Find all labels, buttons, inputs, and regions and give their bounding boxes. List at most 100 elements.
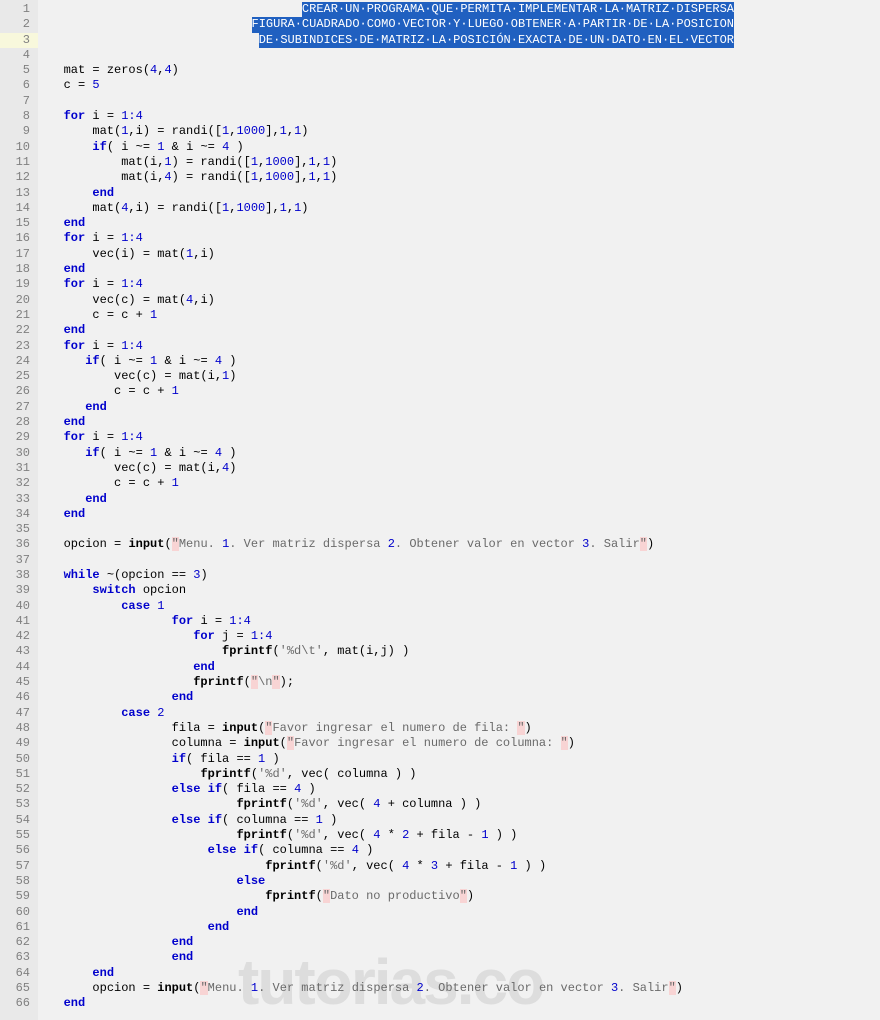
code-line: end bbox=[42, 996, 880, 1011]
code-line: fprintf("\n"); bbox=[42, 675, 880, 690]
code-line: end bbox=[42, 935, 880, 950]
line-number: 20 bbox=[0, 293, 38, 308]
code-line: else if( columna == 4 ) bbox=[42, 843, 880, 858]
code-line: end bbox=[42, 415, 880, 430]
code-line: end bbox=[42, 966, 880, 981]
code-line: opcion = input("Menu. 1. Ver matriz disp… bbox=[42, 537, 880, 552]
line-number: 32 bbox=[0, 476, 38, 491]
line-number: 13 bbox=[0, 186, 38, 201]
line-number: 56 bbox=[0, 843, 38, 858]
code-line: else if( columna == 1 ) bbox=[42, 813, 880, 828]
code-line: if( i ~= 1 & i ~= 4 ) bbox=[42, 140, 880, 155]
line-number: 60 bbox=[0, 905, 38, 920]
line-number: 33 bbox=[0, 492, 38, 507]
code-line: if( i ~= 1 & i ~= 4 ) bbox=[42, 446, 880, 461]
line-number: 29 bbox=[0, 430, 38, 445]
code-line: c = c + 1 bbox=[42, 384, 880, 399]
code-line: end bbox=[42, 323, 880, 338]
line-number: 6 bbox=[0, 78, 38, 93]
code-line bbox=[42, 553, 880, 568]
code-line: fprintf('%d\t', mat(i,j) ) bbox=[42, 644, 880, 659]
code-line: vec(c) = mat(i,4) bbox=[42, 461, 880, 476]
code-line: end bbox=[42, 216, 880, 231]
line-number: 37 bbox=[0, 553, 38, 568]
line-number: 18 bbox=[0, 262, 38, 277]
code-line: vec(c) = mat(i,1) bbox=[42, 369, 880, 384]
line-number: 4 bbox=[0, 48, 38, 63]
line-number: 16 bbox=[0, 231, 38, 246]
code-line: end bbox=[42, 507, 880, 522]
line-number: 12 bbox=[0, 170, 38, 185]
code-line: end bbox=[42, 262, 880, 277]
line-number: 41 bbox=[0, 614, 38, 629]
selected-text: FIGURA·CUADRADO·COMO·VECTOR·Y·LUEGO·OBTE… bbox=[252, 17, 734, 32]
line-number: 42 bbox=[0, 629, 38, 644]
line-number: 31 bbox=[0, 461, 38, 476]
line-number: 64 bbox=[0, 966, 38, 981]
code-line: for i = 1:4 bbox=[42, 109, 880, 124]
code-line bbox=[42, 94, 880, 109]
line-number: 54 bbox=[0, 813, 38, 828]
line-number: 36 bbox=[0, 537, 38, 552]
code-line: end bbox=[42, 400, 880, 415]
code-line: case 1 bbox=[42, 599, 880, 614]
code-line: fprintf("Dato no productivo") bbox=[42, 889, 880, 904]
code-line: fprintf('%d', vec( 4 * 3 + fila - 1 ) ) bbox=[42, 859, 880, 874]
code-line: c = c + 1 bbox=[42, 476, 880, 491]
line-number: 8 bbox=[0, 109, 38, 124]
code-line: for j = 1:4 bbox=[42, 629, 880, 644]
line-number: 22 bbox=[0, 323, 38, 338]
code-line: end bbox=[42, 492, 880, 507]
line-number: 57 bbox=[0, 859, 38, 874]
line-number: 25 bbox=[0, 369, 38, 384]
code-line: for i = 1:4 bbox=[42, 614, 880, 629]
code-line: if( fila == 1 ) bbox=[42, 752, 880, 767]
line-number: 39 bbox=[0, 583, 38, 598]
code-line: else bbox=[42, 874, 880, 889]
line-number: 11 bbox=[0, 155, 38, 170]
code-line: switch opcion bbox=[42, 583, 880, 598]
line-number: 27 bbox=[0, 400, 38, 415]
code-line: c = c + 1 bbox=[42, 308, 880, 323]
line-number: 30 bbox=[0, 446, 38, 461]
code-line: end bbox=[42, 950, 880, 965]
code-line: fprintf('%d', vec( 4 * 2 + fila - 1 ) ) bbox=[42, 828, 880, 843]
code-editor[interactable]: 1234567891011121314151617181920212223242… bbox=[0, 0, 880, 1020]
code-line: columna = input("Favor ingresar el numer… bbox=[42, 736, 880, 751]
line-number: 21 bbox=[0, 308, 38, 323]
line-number: 1 bbox=[0, 2, 38, 17]
line-number: 35 bbox=[0, 522, 38, 537]
code-line: vec(i) = mat(1,i) bbox=[42, 247, 880, 262]
line-number: 15 bbox=[0, 216, 38, 231]
code-line: end bbox=[42, 905, 880, 920]
code-line: mat(4,i) = randi([1,1000],1,1) bbox=[42, 201, 880, 216]
code-line: for i = 1:4 bbox=[42, 430, 880, 445]
code-line: CREAR·UN·PROGRAMA·QUE·PERMITA·IMPLEMENTA… bbox=[42, 2, 880, 17]
line-number: 34 bbox=[0, 507, 38, 522]
line-number: 47 bbox=[0, 706, 38, 721]
code-line: while ~(opcion == 3) bbox=[42, 568, 880, 583]
code-line: FIGURA·CUADRADO·COMO·VECTOR·Y·LUEGO·OBTE… bbox=[42, 17, 880, 32]
line-number: 43 bbox=[0, 644, 38, 659]
code-line: mat = zeros(4,4) bbox=[42, 63, 880, 78]
line-number: 53 bbox=[0, 797, 38, 812]
code-area[interactable]: tutorias.co CREAR·UN·PROGRAMA·QUE·PERMIT… bbox=[38, 0, 880, 1020]
code-line: for i = 1:4 bbox=[42, 339, 880, 354]
selected-text: CREAR·UN·PROGRAMA·QUE·PERMITA·IMPLEMENTA… bbox=[302, 2, 734, 17]
code-line bbox=[42, 48, 880, 63]
line-number: 23 bbox=[0, 339, 38, 354]
line-number: 2 bbox=[0, 17, 38, 32]
line-number: 58 bbox=[0, 874, 38, 889]
code-line: vec(c) = mat(4,i) bbox=[42, 293, 880, 308]
code-line: fprintf('%d', vec( 4 + columna ) ) bbox=[42, 797, 880, 812]
line-number: 7 bbox=[0, 94, 38, 109]
code-line: if( i ~= 1 & i ~= 4 ) bbox=[42, 354, 880, 369]
code-line: mat(i,1) = randi([1,1000],1,1) bbox=[42, 155, 880, 170]
line-number: 65 bbox=[0, 981, 38, 996]
code-line: end bbox=[42, 920, 880, 935]
line-number: 3 bbox=[0, 33, 38, 48]
line-number: 52 bbox=[0, 782, 38, 797]
line-number: 40 bbox=[0, 599, 38, 614]
line-number: 49 bbox=[0, 736, 38, 751]
line-number: 59 bbox=[0, 889, 38, 904]
